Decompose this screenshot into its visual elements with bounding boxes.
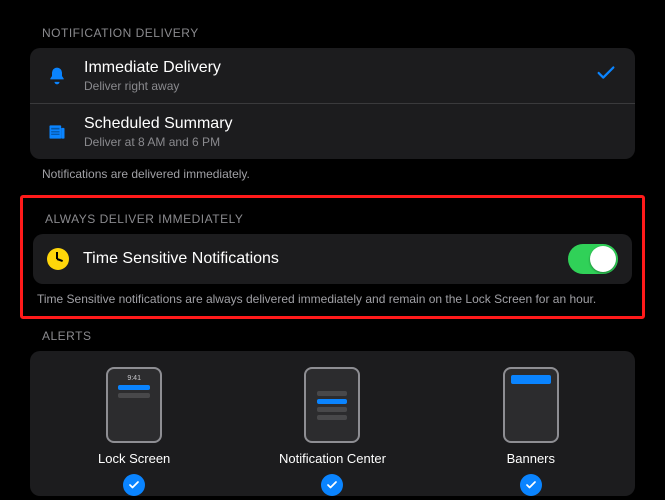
check-circle-icon xyxy=(520,474,542,496)
check-circle-icon xyxy=(123,474,145,496)
alert-option-label: Banners xyxy=(507,451,555,466)
delivery-option-texts: Immediate Delivery Deliver right away xyxy=(84,58,581,93)
section-header-delivery: NOTIFICATION DELIVERY xyxy=(42,26,645,40)
section-header-alerts: ALERTS xyxy=(42,329,645,343)
immediate-footnote: Time Sensitive notifications are always … xyxy=(37,292,632,306)
time-sensitive-row[interactable]: Time Sensitive Notifications xyxy=(33,234,632,284)
time-sensitive-toggle[interactable] xyxy=(568,244,618,274)
banners-preview-icon xyxy=(503,367,559,443)
alert-option-label: Notification Center xyxy=(279,451,386,466)
bell-icon xyxy=(44,66,70,86)
toggle-knob xyxy=(590,246,616,272)
delivery-option-scheduled[interactable]: Scheduled Summary Deliver at 8 AM and 6 … xyxy=(30,103,635,159)
section-header-immediate: ALWAYS DELIVER IMMEDIATELY xyxy=(45,212,632,226)
alert-option-label: Lock Screen xyxy=(98,451,170,466)
delivery-option-texts: Scheduled Summary Deliver at 8 AM and 6 … xyxy=(84,114,621,149)
lock-screen-preview-icon: 9:41 xyxy=(106,367,162,443)
alert-option-notification-center[interactable]: Notification Center xyxy=(257,367,407,496)
alert-option-banners[interactable]: Banners xyxy=(456,367,606,496)
delivery-option-sub: Deliver at 8 AM and 6 PM xyxy=(84,135,621,149)
alert-option-lock-screen[interactable]: 9:41 Lock Screen xyxy=(59,367,209,496)
highlight-box: ALWAYS DELIVER IMMEDIATELY Time Sensitiv… xyxy=(20,195,645,319)
newspaper-icon xyxy=(44,122,70,142)
notification-center-preview-icon xyxy=(304,367,360,443)
delivery-option-title: Scheduled Summary xyxy=(84,114,621,134)
clock-icon xyxy=(47,248,69,270)
delivery-option-title: Immediate Delivery xyxy=(84,58,581,78)
delivery-option-immediate[interactable]: Immediate Delivery Deliver right away xyxy=(30,48,635,103)
delivery-footnote: Notifications are delivered immediately. xyxy=(42,167,645,181)
alerts-card: 9:41 Lock Screen Notification Center xyxy=(30,351,635,496)
check-circle-icon xyxy=(321,474,343,496)
delivery-card: Immediate Delivery Deliver right away Sc… xyxy=(30,48,635,159)
delivery-option-sub: Deliver right away xyxy=(84,79,581,93)
checkmark-icon xyxy=(595,62,617,90)
alerts-grid: 9:41 Lock Screen Notification Center xyxy=(40,367,625,496)
time-sensitive-label: Time Sensitive Notifications xyxy=(83,250,554,268)
preview-time: 9:41 xyxy=(127,375,141,382)
